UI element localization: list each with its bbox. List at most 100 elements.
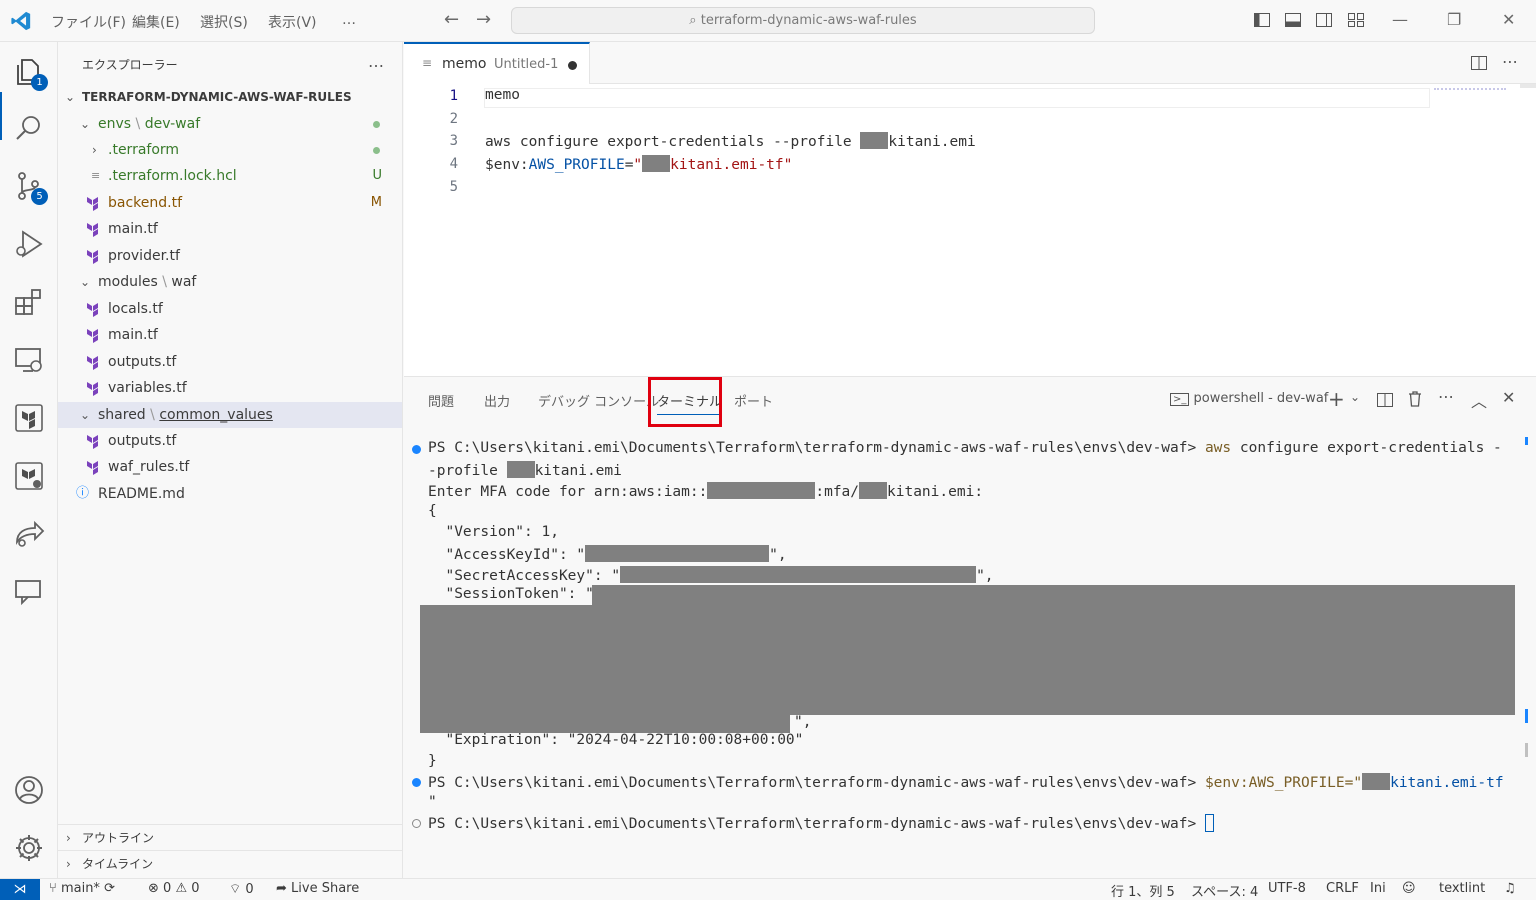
file-readme[interactable]: ⓘ README.md: [58, 481, 402, 507]
file-locals-tf[interactable]: locals.tf: [58, 296, 402, 322]
folder-envs-dev-waf[interactable]: ⌄ envs \ dev-waf: [58, 111, 402, 137]
text-file-icon: ≡: [91, 169, 101, 182]
file-waf-rules-tf[interactable]: waf_rules.tf: [58, 454, 402, 480]
terminal-selector[interactable]: >_ powershell - dev-waf: [1170, 391, 1328, 406]
cursor-position[interactable]: 行 1、列 5: [1111, 881, 1175, 900]
source-control-icon[interactable]: 5: [13, 170, 48, 205]
editor-more-icon[interactable]: ⋯: [1502, 52, 1518, 71]
menu-file[interactable]: ファイル(F): [51, 12, 126, 32]
editor-scrollbar[interactable]: [1520, 84, 1536, 88]
ports-indicator[interactable]: ⌔ 0: [229, 881, 254, 897]
maximize-panel-icon[interactable]: ︿: [1471, 388, 1487, 412]
terminal-name: powershell - dev-waf: [1193, 391, 1329, 406]
file-provider-tf[interactable]: provider.tf: [58, 243, 402, 269]
terraform-cloud-icon[interactable]: [13, 460, 45, 492]
language-mode[interactable]: Ini: [1370, 881, 1386, 896]
textlint-status[interactable]: textlint: [1439, 881, 1485, 896]
toggle-secondary-sidebar-icon[interactable]: [1315, 11, 1333, 29]
search-icon[interactable]: [13, 112, 45, 144]
explorer-more-icon[interactable]: …: [368, 52, 384, 71]
line-number: 1: [449, 88, 458, 104]
folder-modules-waf[interactable]: ⌄ modules \ waf: [58, 269, 402, 295]
toggle-panel-icon[interactable]: [1284, 11, 1302, 29]
indentation[interactable]: スペース: 4: [1191, 881, 1258, 900]
tab-problems[interactable]: 問題: [428, 391, 454, 410]
terraform-file-icon: [87, 250, 98, 264]
file-backend-tf[interactable]: backend.tf M: [58, 190, 402, 216]
tab-debug-console[interactable]: デバッグ コンソール: [538, 391, 659, 410]
live-share-icon[interactable]: [13, 518, 45, 550]
menu-selection[interactable]: 選択(S): [200, 12, 248, 32]
outline-section[interactable]: › アウトライン: [58, 824, 402, 850]
notifications-bell-icon[interactable]: ♫: [1504, 881, 1516, 896]
terraform-file-icon: [87, 461, 98, 475]
file-label: .terraform.lock.hcl: [108, 168, 237, 184]
workspace-root[interactable]: ⌄ TERRAFORM-DYNAMIC-AWS-WAF-RULES: [58, 84, 402, 110]
close-window-icon[interactable]: ✕: [1502, 10, 1515, 29]
file-terraform-lock[interactable]: ≡ .terraform.lock.hcl U: [58, 163, 402, 189]
timeline-section[interactable]: › タイムライン: [58, 850, 402, 876]
file-outputs-tf-shared[interactable]: outputs.tf: [58, 428, 402, 454]
panel-more-icon[interactable]: ⋯: [1438, 387, 1454, 406]
terminal-line: }: [428, 753, 437, 769]
run-debug-icon[interactable]: [13, 228, 45, 260]
menu-more[interactable]: …: [342, 12, 356, 28]
split-terminal-icon[interactable]: [1376, 391, 1394, 409]
terraform-file-icon: [87, 197, 98, 211]
unsaved-dot[interactable]: [568, 61, 577, 70]
folder-shared-common-values[interactable]: ⌄ shared \ common_values: [58, 402, 402, 428]
tab-ports[interactable]: ポート: [734, 391, 773, 410]
terminal-line: "SessionToken": ": [428, 586, 594, 602]
encoding[interactable]: UTF-8: [1268, 881, 1306, 896]
menu-edit[interactable]: 編集(E): [132, 12, 180, 32]
status-bar: ⋊ ⑂ main* ⟳ ⊗ 0 ⚠ 0 ⌔ 0 ➦ Live Share 行 1…: [0, 878, 1536, 900]
toggle-sidebar-icon[interactable]: [1253, 11, 1271, 29]
error-icon: ⊗: [148, 881, 159, 896]
account-icon[interactable]: [13, 774, 45, 806]
title-bar: ファイル(F) 編集(E) 選択(S) 表示(V) … ← → ⌕ terraf…: [0, 0, 1536, 42]
chevron-down-icon[interactable]: ⌄: [1350, 390, 1360, 404]
explorer-badge: 1: [31, 74, 48, 91]
trash-icon[interactable]: [1407, 390, 1423, 408]
menu-view[interactable]: 表示(V): [268, 12, 317, 32]
minimize-icon[interactable]: —: [1392, 10, 1408, 29]
file-main-tf-waf[interactable]: main.tf: [58, 322, 402, 348]
terraform-file-icon: [87, 435, 98, 449]
remote-indicator-icon[interactable]: ⋊: [0, 879, 40, 900]
terminal-line: -profile kitani.emi: [428, 461, 622, 479]
end-of-line[interactable]: CRLF: [1326, 881, 1359, 896]
forward-arrow-icon[interactable]: →: [476, 9, 491, 30]
terraform-icon[interactable]: [13, 402, 45, 434]
file-main-tf[interactable]: main.tf: [58, 216, 402, 242]
command-center-search[interactable]: ⌕ terraform-dynamic-aws-waf-rules: [511, 7, 1095, 34]
settings-gear-icon[interactable]: [13, 832, 45, 864]
file-outputs-tf[interactable]: outputs.tf: [58, 349, 402, 375]
file-variables-tf[interactable]: variables.tf: [58, 375, 402, 401]
new-terminal-icon[interactable]: +: [1328, 387, 1345, 411]
terminal-line: PS C:\Users\kitani.emi\Documents\Terrafo…: [428, 773, 1504, 791]
extensions-icon[interactable]: [13, 286, 45, 318]
live-share-button[interactable]: ➦ Live Share: [276, 881, 359, 896]
customize-layout-icon[interactable]: [1347, 11, 1365, 29]
terminal-scrollbar[interactable]: [1525, 743, 1528, 757]
branch-indicator[interactable]: ⑂ main* ⟳: [49, 881, 115, 896]
folder-terraform[interactable]: › .terraform: [58, 137, 402, 163]
close-panel-icon[interactable]: ✕: [1502, 388, 1515, 407]
line-number: 5: [449, 179, 458, 195]
editor-area[interactable]: 1 2 3 4 5 memo aws configure export-cred…: [404, 84, 1536, 376]
copilot-icon[interactable]: ☺: [1402, 881, 1416, 896]
tab-memo[interactable]: ≡ memo Untitled-1: [404, 42, 590, 84]
back-arrow-icon[interactable]: ←: [444, 9, 459, 30]
remote-explorer-icon[interactable]: [13, 344, 45, 376]
terraform-file-icon: [87, 223, 98, 237]
comments-icon[interactable]: [13, 576, 45, 608]
restore-icon[interactable]: ❐: [1447, 10, 1461, 29]
problems-indicator[interactable]: ⊗ 0 ⚠ 0: [148, 881, 200, 896]
terminal-input-line[interactable]: PS C:\Users\kitani.emi\Documents\Terrafo…: [428, 814, 1214, 832]
split-editor-icon[interactable]: [1470, 54, 1488, 72]
terminal-line: "AccessKeyId": " ",: [428, 545, 787, 563]
explorer-icon[interactable]: 1: [13, 56, 48, 91]
tab-output[interactable]: 出力: [484, 391, 510, 410]
minimap[interactable]: [1434, 84, 1506, 90]
code-line-4: $env:AWS_PROFILE=" kitani.emi-tf": [485, 155, 793, 173]
